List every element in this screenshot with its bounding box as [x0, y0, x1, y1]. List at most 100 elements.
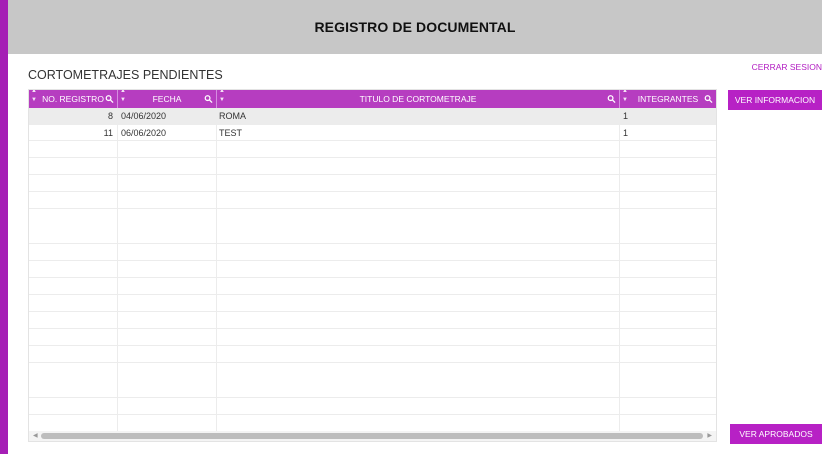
table-row[interactable] — [29, 261, 716, 278]
table-cell-integrantes — [620, 209, 716, 243]
table-cell-integrantes: 1 — [623, 111, 629, 121]
table-cell-integrantes — [620, 295, 716, 311]
table-cell-titulo — [217, 209, 620, 243]
table-cell-integrantes: 1 — [623, 128, 629, 138]
table-cell-registro — [29, 175, 118, 191]
table-cell-integrantes — [620, 278, 716, 294]
table-cell-integrantes — [620, 363, 716, 397]
table-row[interactable] — [29, 312, 716, 329]
column-header-label: TITULO DE CORTOMETRAJE — [359, 94, 477, 104]
table-cell-fecha — [118, 175, 217, 191]
table-cell-registro: 11 — [29, 125, 118, 140]
table-row[interactable] — [29, 363, 716, 398]
table-row[interactable]: 11 06/06/2020 TEST 1 — [29, 125, 716, 141]
column-header-titulo[interactable]: ▲ ▼ TITULO DE CORTOMETRAJE — [217, 90, 620, 108]
table-cell-titulo — [217, 244, 620, 260]
table-cell-titulo — [217, 346, 620, 362]
table-cell-integrantes — [620, 398, 716, 414]
left-accent-bar — [0, 0, 8, 454]
table-row[interactable] — [29, 295, 716, 312]
page-title: REGISTRO DE DOCUMENTAL — [314, 19, 516, 35]
table-cell-fecha — [118, 278, 217, 294]
search-icon[interactable] — [204, 94, 213, 104]
table-cell-fecha: 06/06/2020 — [118, 125, 217, 140]
search-icon[interactable] — [607, 94, 616, 104]
grid-header: ▲ ▼ NO. REGISTRO ▲ ▼ FECHA ▲ ▼ TITULO DE CO… — [29, 90, 716, 108]
table-cell-titulo — [217, 261, 620, 277]
table-row[interactable] — [29, 141, 716, 158]
table-row[interactable] — [29, 192, 716, 209]
table-cell-integrantes — [620, 192, 716, 208]
table-cell-fecha — [118, 346, 217, 362]
table-cell-registro — [29, 244, 118, 260]
table-cell-titulo — [217, 363, 620, 397]
table-cell-titulo: ROMA — [217, 108, 620, 124]
table-cell-titulo — [217, 398, 620, 414]
table-cell-titulo: TEST — [217, 125, 620, 140]
view-info-button[interactable]: VER INFORMACION — [728, 90, 822, 110]
table-cell-integrantes — [620, 329, 716, 345]
table-row[interactable] — [29, 398, 716, 415]
table-cell-fecha — [118, 329, 217, 345]
table-cell-registro — [29, 158, 118, 174]
scroll-right-arrow-icon[interactable]: ▶ — [707, 431, 712, 441]
table-row[interactable]: 8 04/06/2020 ROMA 1 — [29, 108, 716, 125]
section-title: CORTOMETRAJES PENDIENTES — [28, 68, 223, 82]
table-cell-integrantes — [620, 175, 716, 191]
column-header-registro[interactable]: ▲ ▼ NO. REGISTRO — [29, 90, 118, 108]
table-cell-fecha — [118, 295, 217, 311]
table-cell-fecha: 04/06/2020 — [118, 108, 217, 124]
table-cell-registro — [29, 192, 118, 208]
table-cell-integrantes — [620, 244, 716, 260]
table-row[interactable] — [29, 244, 716, 261]
table-cell-registro — [29, 329, 118, 345]
logout-link[interactable]: CERRAR SESION — [752, 62, 822, 72]
table-cell-titulo — [217, 329, 620, 345]
table-cell-titulo — [217, 192, 620, 208]
column-header-label: INTEGRANTES — [637, 94, 699, 104]
table-cell-integrantes — [620, 158, 716, 174]
column-header-fecha[interactable]: ▲ ▼ FECHA — [118, 90, 217, 108]
table-cell-fecha — [118, 192, 217, 208]
scroll-left-arrow-icon[interactable]: ◀ — [33, 431, 38, 441]
table-cell-fecha — [118, 363, 217, 397]
table-cell-titulo — [217, 312, 620, 328]
table-cell-registro — [29, 363, 118, 397]
table-cell-integrantes — [620, 141, 716, 157]
table-row[interactable] — [29, 278, 716, 295]
table-row[interactable] — [29, 346, 716, 363]
table-cell-fecha — [118, 398, 217, 414]
table-cell-fecha — [118, 158, 217, 174]
table-cell-registro — [29, 141, 118, 157]
table-cell-registro — [29, 295, 118, 311]
table-row[interactable] — [29, 209, 716, 244]
search-icon[interactable] — [105, 94, 114, 104]
table-cell-fecha — [118, 244, 217, 260]
table-row[interactable] — [29, 329, 716, 346]
table-cell-titulo — [217, 158, 620, 174]
table-row[interactable] — [29, 175, 716, 192]
table-cell-fecha — [118, 141, 217, 157]
column-header-label: NO. REGISTRO — [42, 94, 104, 104]
table-cell-registro — [29, 261, 118, 277]
column-header-integrantes[interactable]: ▲ ▼ INTEGRANTES — [620, 90, 716, 108]
table-cell-registro — [29, 312, 118, 328]
table-cell-registro — [29, 209, 118, 243]
table-cell-registro — [29, 398, 118, 414]
page-header: REGISTRO DE DOCUMENTAL — [8, 0, 822, 54]
search-icon[interactable] — [704, 94, 713, 104]
scrollbar-thumb[interactable] — [41, 433, 703, 439]
table-cell-integrantes — [620, 261, 716, 277]
table-cell-fecha — [118, 312, 217, 328]
table-cell-fecha — [118, 209, 217, 243]
table-cell-titulo — [217, 141, 620, 157]
table-cell-registro — [29, 278, 118, 294]
horizontal-scrollbar[interactable]: ◀ ▶ — [29, 431, 716, 441]
table-cell-registro: 8 — [29, 108, 118, 124]
table-row[interactable] — [29, 158, 716, 175]
table-cell-integrantes — [620, 312, 716, 328]
documentaries-grid: ▲ ▼ NO. REGISTRO ▲ ▼ FECHA ▲ ▼ TITULO DE CO… — [28, 89, 717, 442]
column-header-label: FECHA — [152, 94, 182, 104]
view-approved-button[interactable]: VER APROBADOS — [730, 424, 822, 444]
table-cell-titulo — [217, 278, 620, 294]
